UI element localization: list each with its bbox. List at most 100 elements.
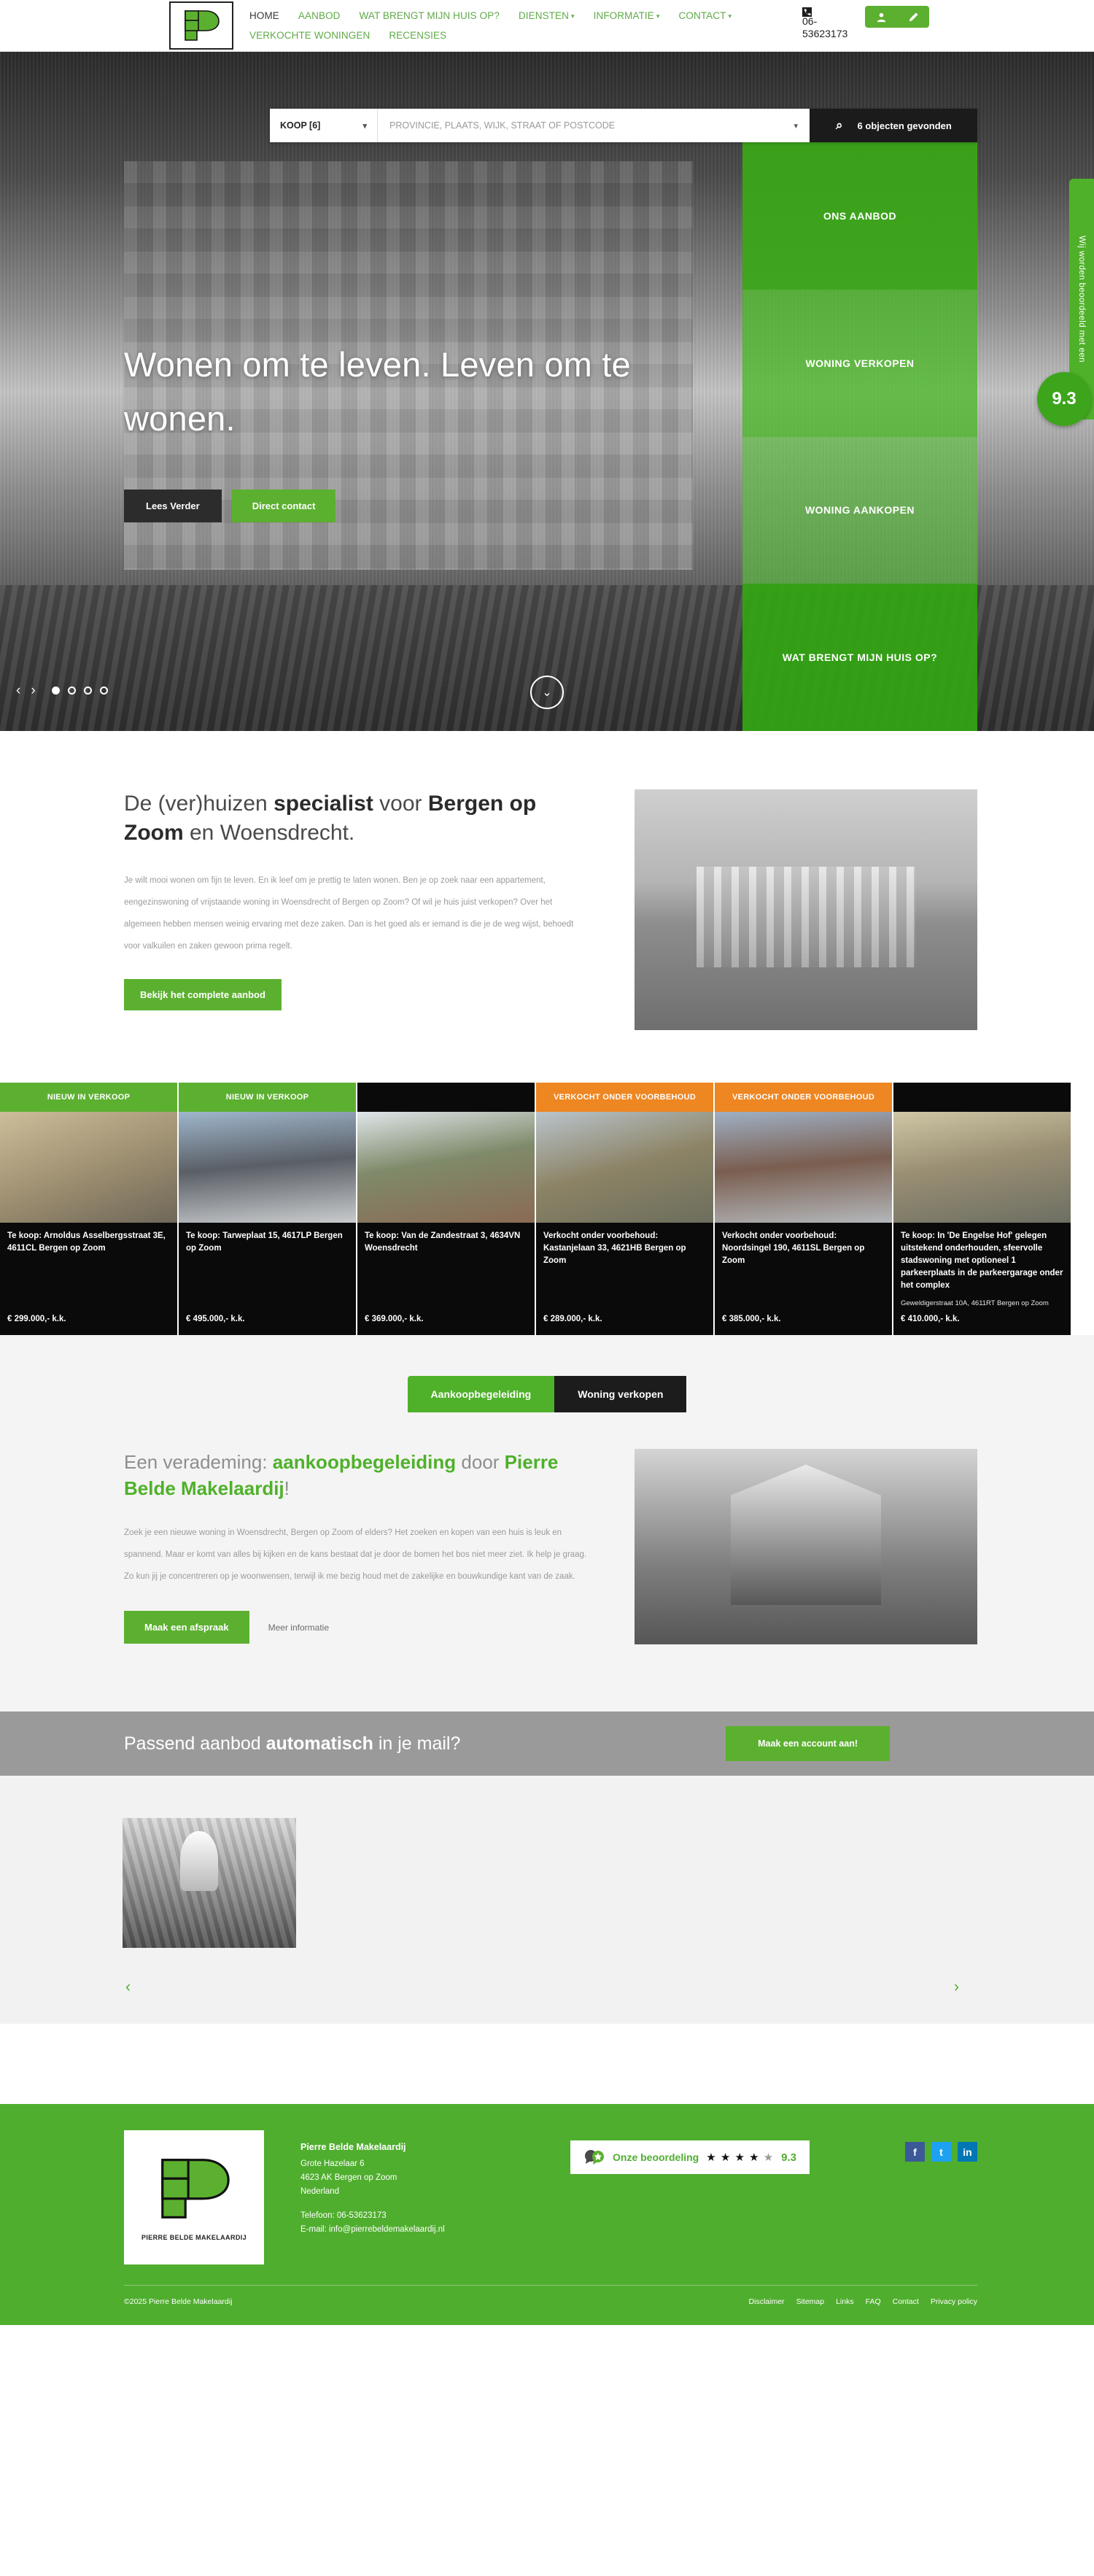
footer-email[interactable]: E-mail: info@pierrebeldemakelaardij.nl — [300, 2223, 534, 2237]
search-location-input[interactable]: PROVINCIE, PLAATS, WIJK, STRAAT OF POSTC… — [378, 109, 810, 142]
linkedin-icon[interactable]: in — [958, 2142, 977, 2162]
tab-aankoopbegeleiding[interactable]: Aankoopbegeleiding — [407, 1376, 555, 1412]
header-actions: 06-53623173 — [802, 0, 1046, 40]
table-row[interactable]: Te koop: Van de Zandestraat 3, 4634VN Wo… — [357, 1083, 536, 1335]
hero-read-more-button[interactable]: Lees Verder — [124, 490, 222, 522]
footer-link-contact[interactable]: Contact — [893, 2297, 919, 2306]
footer-link-privacy[interactable]: Privacy policy — [931, 2297, 977, 2306]
chevron-down-icon: ⌄ — [542, 686, 552, 699]
services-image-column — [635, 1449, 977, 1644]
table-row[interactable]: Te koop: In 'De Engelse Hof' gelegen uit… — [893, 1083, 1072, 1335]
footer-country: Nederland — [300, 2187, 340, 2196]
facebook-icon[interactable]: f — [905, 2142, 925, 2162]
gallery-prev-button[interactable]: ‹ — [125, 1979, 131, 1996]
intro-body: Je wilt mooi wonen om fijn te leven. En … — [124, 876, 574, 951]
intro-heading: De (ver)huizen specialist voor Bergen op… — [124, 792, 537, 845]
slider-prev-button[interactable]: ‹ — [16, 684, 20, 697]
header-phone-number: 06-53623173 — [802, 15, 848, 39]
search-submit-button[interactable]: ⌕ 6 objecten gevonden — [810, 109, 977, 142]
card-body: Te koop: Arnoldus Asselbergsstraat 3E, 4… — [0, 1223, 177, 1335]
footer-phone: Telefoon: 06-53623173 — [300, 2211, 387, 2220]
table-row[interactable]: NIEUW IN VERKOOP Te koop: Tarweplaat 15,… — [179, 1083, 357, 1335]
hero-link-wat-brengt-mijn-huis-op[interactable]: WAT BRENGT MIJN HUIS OP? — [742, 584, 977, 731]
tab-woning-verkopen[interactable]: Woning verkopen — [554, 1376, 687, 1412]
header-phone[interactable]: 06-53623173 — [802, 6, 855, 40]
speech-bubble-icon — [583, 2148, 605, 2166]
edit-button[interactable] — [897, 6, 929, 28]
card-price: € 385.000,- k.k. — [722, 1315, 781, 1323]
slider-next-button[interactable]: › — [31, 684, 35, 697]
chevron-down-icon: ▾ — [794, 121, 798, 131]
magnifier-icon: ⌕ — [836, 118, 843, 132]
slider-dot-3[interactable] — [83, 686, 92, 695]
card-status-badge — [893, 1083, 1071, 1112]
card-body: Verkocht onder voorbehoud: Noordsingel 1… — [715, 1223, 892, 1335]
table-row[interactable]: NIEUW IN VERKOOP Te koop: Arnoldus Assel… — [0, 1083, 179, 1335]
services-heading: Een verademing: aankoopbegeleiding door … — [124, 1451, 559, 1499]
nav-item-diensten[interactable]: DIENSTEN ▾ — [519, 7, 575, 26]
slider-dot-2[interactable] — [67, 686, 76, 695]
nav-item-wat-brengt-mijn-huis-op[interactable]: WAT BRENGT MIJN HUIS OP? — [360, 7, 500, 26]
footer-link-faq[interactable]: FAQ — [866, 2297, 881, 2306]
hero-link-woning-aankopen[interactable]: WONING AANKOPEN — [742, 436, 977, 584]
hero-direct-contact-button[interactable]: Direct contact — [231, 490, 336, 522]
gallery-next-button[interactable]: › — [954, 1979, 959, 1996]
card-photo — [179, 1112, 356, 1223]
card-title: Verkocht onder voorbehoud: Kastanjelaan … — [543, 1231, 686, 1265]
card-photo — [0, 1112, 177, 1223]
account-button[interactable] — [865, 6, 897, 28]
intro-section: De (ver)huizen specialist voor Bergen op… — [0, 731, 1094, 1083]
chevron-down-icon: ▾ — [656, 12, 660, 20]
twitter-icon[interactable]: t — [931, 2142, 951, 2162]
footer-legal-links: Disclaimer Sitemap Links FAQ Contact Pri… — [749, 2297, 977, 2306]
nav-item-informatie[interactable]: INFORMATIE ▾ — [594, 7, 660, 26]
card-title: Te koop: In 'De Engelse Hof' gelegen uit… — [901, 1231, 1063, 1290]
card-body: Te koop: Tarweplaat 15, 4617LP Bergen op… — [179, 1223, 356, 1335]
card-status-badge: NIEUW IN VERKOOP — [0, 1083, 177, 1112]
intro-cta-button[interactable]: Bekijk het complete aanbod — [124, 979, 282, 1010]
hero-link-ons-aanbod[interactable]: ONS AANBOD — [742, 142, 977, 290]
card-price: € 495.000,- k.k. — [186, 1315, 245, 1323]
card-title: Te koop: Tarweplaat 15, 4617LP Bergen op… — [186, 1231, 343, 1253]
site-logo[interactable] — [169, 1, 233, 50]
chevron-down-icon: ▾ — [362, 121, 367, 131]
nav-item-verkochte-woningen[interactable]: VERKOCHTE WONINGEN — [249, 26, 370, 45]
table-row[interactable]: VERKOCHT ONDER VOORBEHOUD Verkocht onder… — [715, 1083, 893, 1335]
create-account-button[interactable]: Maak een account aan! — [726, 1726, 890, 1761]
nav-item-contact[interactable]: CONTACT ▾ — [679, 7, 732, 26]
footer-street: Grote Hazelaar 6 — [300, 2159, 365, 2168]
rating-badge[interactable]: Onze beoordeling ★ ★ ★ ★ ★ 9.3 — [570, 2140, 810, 2174]
nav-item-aanbod[interactable]: AANBOD — [298, 7, 341, 26]
phone-icon — [802, 7, 812, 17]
nav-item-home[interactable]: HOME — [249, 7, 279, 26]
rating-badge-score: 9.3 — [781, 2151, 797, 2164]
footer-bottom-bar: ©2025 Pierre Belde Makelaardij Disclaime… — [124, 2285, 977, 2306]
footer-contact: Pierre Belde Makelaardij Grote Hazelaar … — [300, 2130, 534, 2237]
footer-logo[interactable]: PIERRE BELDE MAKELAARDIJ — [124, 2130, 264, 2264]
footer-link-sitemap[interactable]: Sitemap — [796, 2297, 825, 2306]
card-price: € 289.000,- k.k. — [543, 1315, 602, 1323]
rating-score-bubble[interactable]: 9.3 — [1037, 372, 1091, 426]
services-tab-bar: Aankoopbegeleiding Woning verkopen — [0, 1376, 1094, 1412]
card-photo — [893, 1112, 1071, 1223]
rating-stars: ★ ★ ★ ★ ★ — [706, 2151, 775, 2164]
slider-dot-4[interactable] — [99, 686, 108, 695]
property-search-bar: KOOP [6] ▾ PROVINCIE, PLAATS, WIJK, STRA… — [270, 109, 977, 142]
hero-quicklinks: ONS AANBOD WONING VERKOPEN WONING AANKOP… — [742, 142, 977, 731]
scroll-down-button[interactable]: ⌄ — [530, 676, 564, 709]
chevron-down-icon: ▾ — [728, 12, 732, 20]
footer-link-links[interactable]: Links — [836, 2297, 854, 2306]
hero-link-woning-verkopen[interactable]: WONING VERKOPEN — [742, 289, 977, 437]
make-appointment-button[interactable]: Maak een afspraak — [124, 1611, 249, 1644]
search-type-select[interactable]: KOOP [6] ▾ — [270, 109, 378, 142]
main-navigation: HOME AANBOD WAT BRENGT MIJN HUIS OP? DIE… — [233, 0, 802, 45]
slider-dot-1[interactable] — [51, 686, 60, 695]
more-info-link[interactable]: Meer informatie — [268, 1622, 329, 1633]
nav-item-recensies[interactable]: RECENSIES — [389, 26, 446, 45]
table-row[interactable]: VERKOCHT ONDER VOORBEHOUD Verkocht onder… — [536, 1083, 715, 1335]
hero-section: KOOP [6] ▾ PROVINCIE, PLAATS, WIJK, STRA… — [0, 52, 1094, 731]
card-photo — [357, 1112, 535, 1223]
footer-link-disclaimer[interactable]: Disclaimer — [749, 2297, 785, 2306]
slider-dots — [51, 686, 108, 695]
gallery-photo[interactable] — [123, 1818, 296, 1948]
